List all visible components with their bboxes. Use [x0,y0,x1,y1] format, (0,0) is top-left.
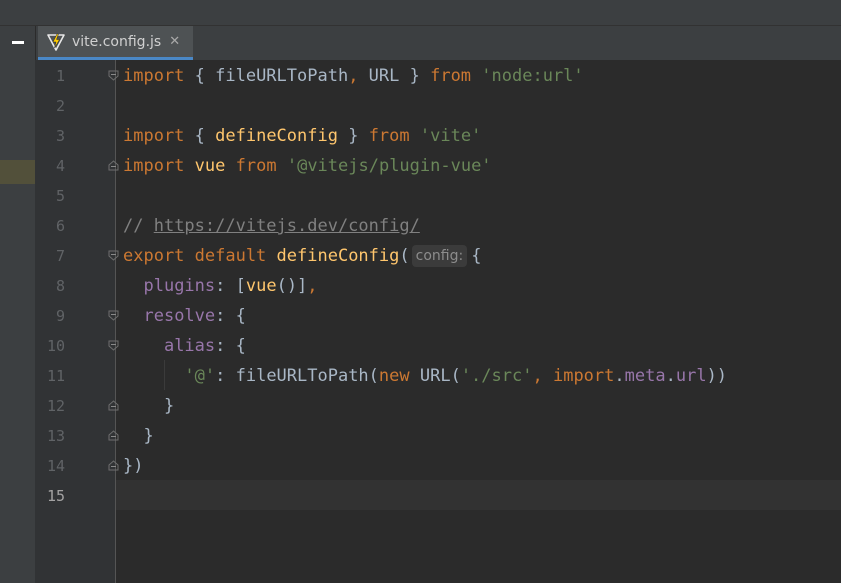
code-line-14: }) [123,456,144,476]
fold-collapse-icon[interactable] [108,70,119,81]
line-number-current: 15 [46,487,65,505]
line-number: 14 [46,457,65,475]
line-number: 3 [55,127,65,145]
line-number: 4 [55,157,65,175]
line-number: 6 [55,217,65,235]
code-line-9: resolve: { [143,306,246,326]
line-number: 9 [55,307,65,325]
change-marker [0,160,35,184]
parameter-hint: config: [411,245,468,267]
vite-icon [47,33,65,51]
line-number: 11 [46,367,65,385]
title-bar [0,0,841,26]
collapse-icon[interactable] [12,41,24,44]
code-line-4: import vue from '@vitejs/plugin-vue' [123,156,492,176]
line-number: 1 [55,67,65,85]
close-icon[interactable]: ✕ [169,34,180,49]
code-line-3: import { defineConfig } from 'vite' [123,126,482,146]
code-line-12: } [163,396,175,416]
current-line-highlight [116,480,841,510]
fold-expand-icon[interactable] [108,160,119,171]
code-line-8: plugins: [vue()], [143,276,318,296]
code-line-10: alias: { [163,336,246,356]
code-line-6: // https://vitejs.dev/config/ [123,216,420,236]
code-line-1: import { fileURLToPath, URL } from 'node… [123,66,584,86]
fold-expand-icon[interactable] [108,430,119,441]
tab-vite-config[interactable]: vite.config.js ✕ [38,26,193,60]
comment-link[interactable]: https://vitejs.dev/config/ [154,216,420,236]
code-line-13: } [143,426,154,446]
line-number: 10 [46,337,65,355]
fold-expand-icon[interactable] [108,460,119,471]
code-line-11: '@': fileURLToPath(new URL('./src', impo… [184,366,728,386]
code-line-7: export default defineConfig(config:{ [123,245,482,267]
fold-collapse-icon[interactable] [108,340,119,351]
tab-label: vite.config.js [72,33,162,50]
line-number: 7 [55,247,65,265]
fold-collapse-icon[interactable] [108,310,119,321]
tool-window-strip [0,26,36,60]
fold-expand-icon[interactable] [108,400,119,411]
fold-collapse-icon[interactable] [108,250,119,261]
line-number: 5 [55,187,65,205]
left-gutter-strip [0,60,35,583]
line-number: 8 [55,277,65,295]
line-number: 12 [46,397,65,415]
line-number: 13 [46,427,65,445]
line-number: 2 [55,97,65,115]
